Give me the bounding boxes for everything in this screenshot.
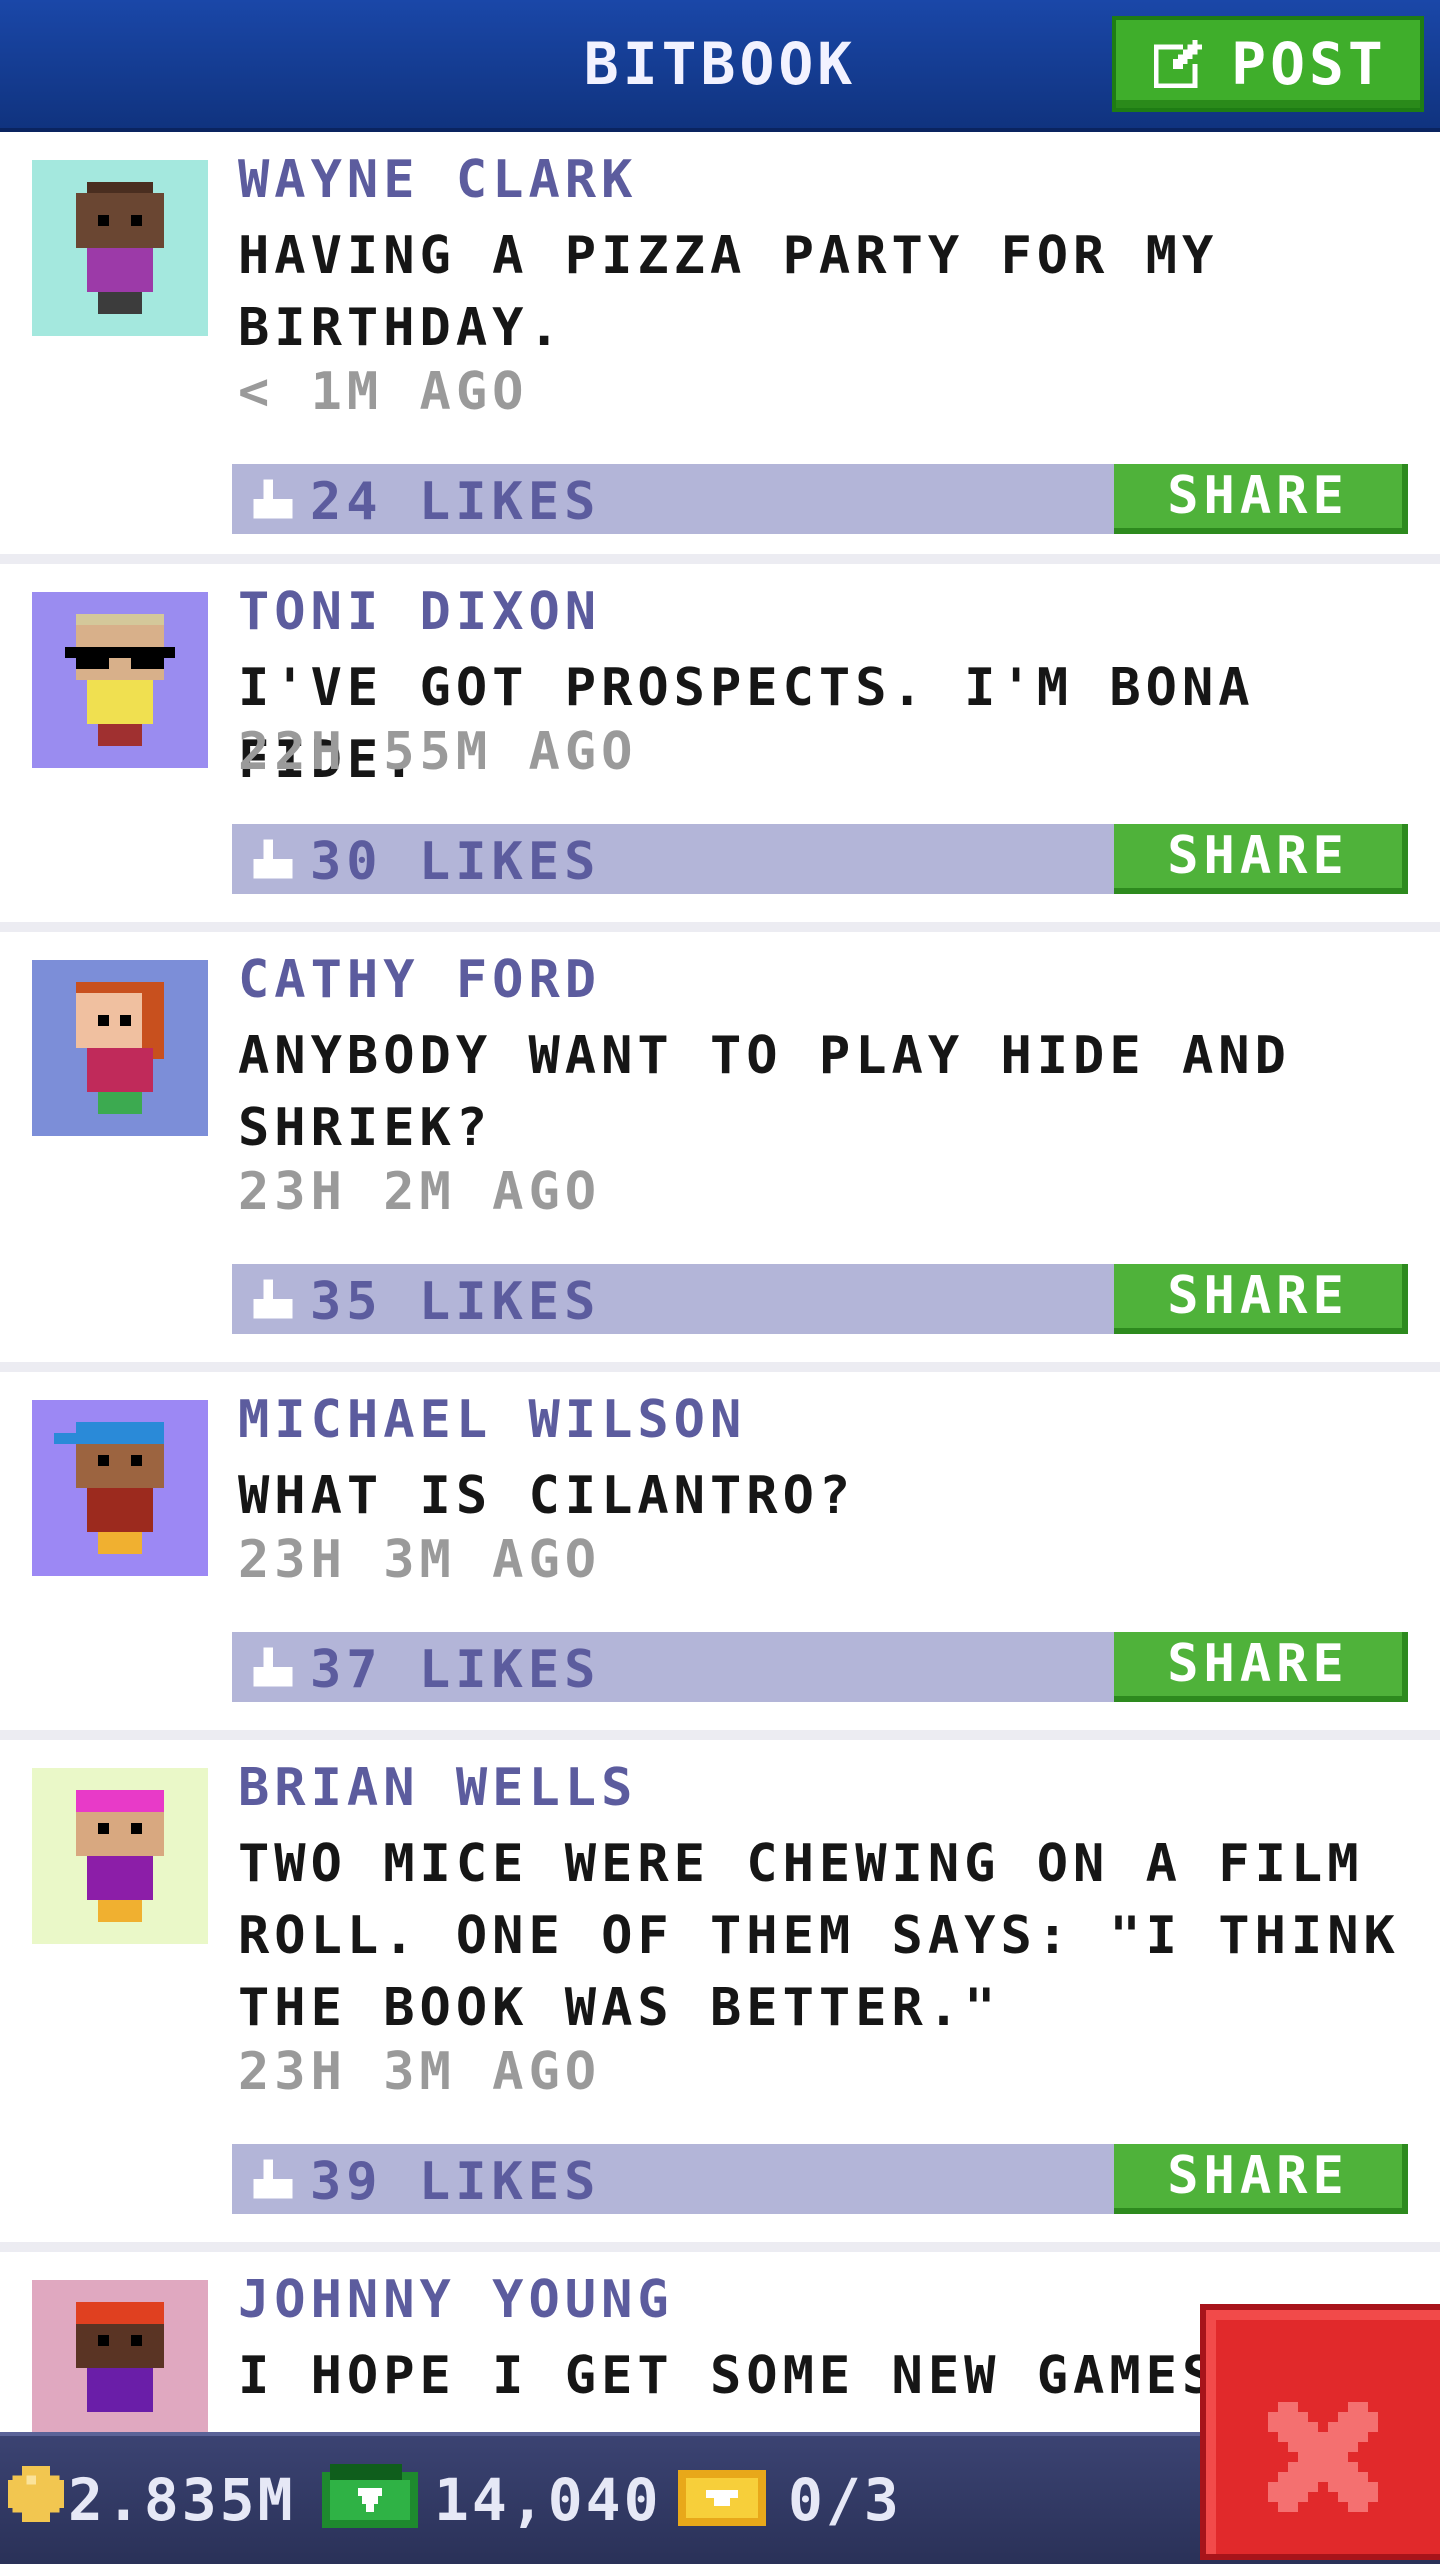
app-header: BITBOOK POST: [0, 0, 1440, 132]
post-button[interactable]: POST: [1112, 16, 1424, 112]
thumbs-up-icon[interactable]: [244, 2150, 302, 2208]
like-bar: 30 LIKES SHARE: [232, 824, 1408, 894]
coin-icon: [8, 2466, 64, 2522]
close-button[interactable]: [1200, 2304, 1440, 2560]
thumbs-up-icon[interactable]: [244, 1270, 302, 1328]
feed-post: BRIAN WELLS TWO MICE WERE CHEWING ON A F…: [0, 1740, 1440, 2252]
post-time: 23H 3M AGO: [238, 1530, 602, 1590]
close-icon: [1268, 2402, 1378, 2512]
feed-post: WAYNE CLARK HAVING A PIZZA PARTY FOR MY …: [0, 132, 1440, 564]
post-time: < 1M AGO: [238, 362, 529, 422]
share-button[interactable]: SHARE: [1114, 1264, 1408, 1334]
like-count: 39 LIKES: [310, 2152, 601, 2212]
post-author[interactable]: JOHNNY YOUNG: [238, 2270, 674, 2330]
thumbs-up-icon[interactable]: [244, 1638, 302, 1696]
post-author[interactable]: WAYNE CLARK: [238, 150, 637, 210]
bux-icon: [322, 2464, 418, 2528]
avatar[interactable]: [32, 1400, 208, 1576]
post-author[interactable]: CATHY FORD: [238, 950, 601, 1010]
post-message: WHAT IS CILANTRO?: [238, 1466, 856, 1526]
post-message: HAVING A PIZZA PARTY FOR MY BIRTHDAY.: [238, 226, 1219, 358]
like-count: 35 LIKES: [310, 1272, 601, 1332]
ticket-count: 0/3: [788, 2466, 902, 2534]
post-time: 23H 3M AGO: [238, 2042, 602, 2102]
feed-post: MICHAEL WILSON WHAT IS CILANTRO? 23H 3M …: [0, 1372, 1440, 1740]
ticket-icon: [678, 2470, 766, 2526]
feed-post: TONI DIXON I'VE GOT PROSPECTS. I'M BONA …: [0, 564, 1440, 932]
share-button[interactable]: SHARE: [1114, 464, 1408, 534]
post-author[interactable]: MICHAEL WILSON: [238, 1390, 746, 1450]
like-count: 37 LIKES: [310, 1640, 601, 1700]
edit-icon: [1153, 39, 1203, 89]
avatar[interactable]: [32, 160, 208, 336]
avatar[interactable]: [32, 2280, 208, 2456]
post-button-label: POST: [1231, 30, 1387, 98]
post-author[interactable]: BRIAN WELLS: [238, 1758, 637, 1818]
avatar[interactable]: [32, 960, 208, 1136]
coin-balance: 2.835M: [68, 2466, 296, 2534]
post-time: 23H 2M AGO: [238, 1162, 602, 1222]
post-author[interactable]: TONI DIXON: [238, 582, 601, 642]
like-bar: 37 LIKES SHARE: [232, 1632, 1408, 1702]
like-count: 30 LIKES: [310, 832, 601, 892]
post-message: ANYBODY WANT TO PLAY HIDE AND SHRIEK?: [238, 1026, 1291, 1158]
like-bar: 24 LIKES SHARE: [232, 464, 1408, 534]
feed-post: CATHY FORD ANYBODY WANT TO PLAY HIDE AND…: [0, 932, 1440, 1372]
like-count: 24 LIKES: [310, 472, 601, 532]
like-bar: 39 LIKES SHARE: [232, 2144, 1408, 2214]
thumbs-up-icon[interactable]: [244, 470, 302, 528]
post-message: TWO MICE WERE CHEWING ON A FILM ROLL. ON…: [238, 1834, 1400, 2038]
avatar[interactable]: [32, 592, 208, 768]
thumbs-up-icon[interactable]: [244, 830, 302, 888]
post-time: 22H 55M AGO: [238, 722, 638, 782]
like-bar: 35 LIKES SHARE: [232, 1264, 1408, 1334]
feed-list: WAYNE CLARK HAVING A PIZZA PARTY FOR MY …: [0, 132, 1440, 2552]
share-button[interactable]: SHARE: [1114, 2144, 1408, 2214]
share-button[interactable]: SHARE: [1114, 1632, 1408, 1702]
bux-balance: 14,040: [434, 2466, 662, 2534]
avatar[interactable]: [32, 1768, 208, 1944]
share-button[interactable]: SHARE: [1114, 824, 1408, 894]
